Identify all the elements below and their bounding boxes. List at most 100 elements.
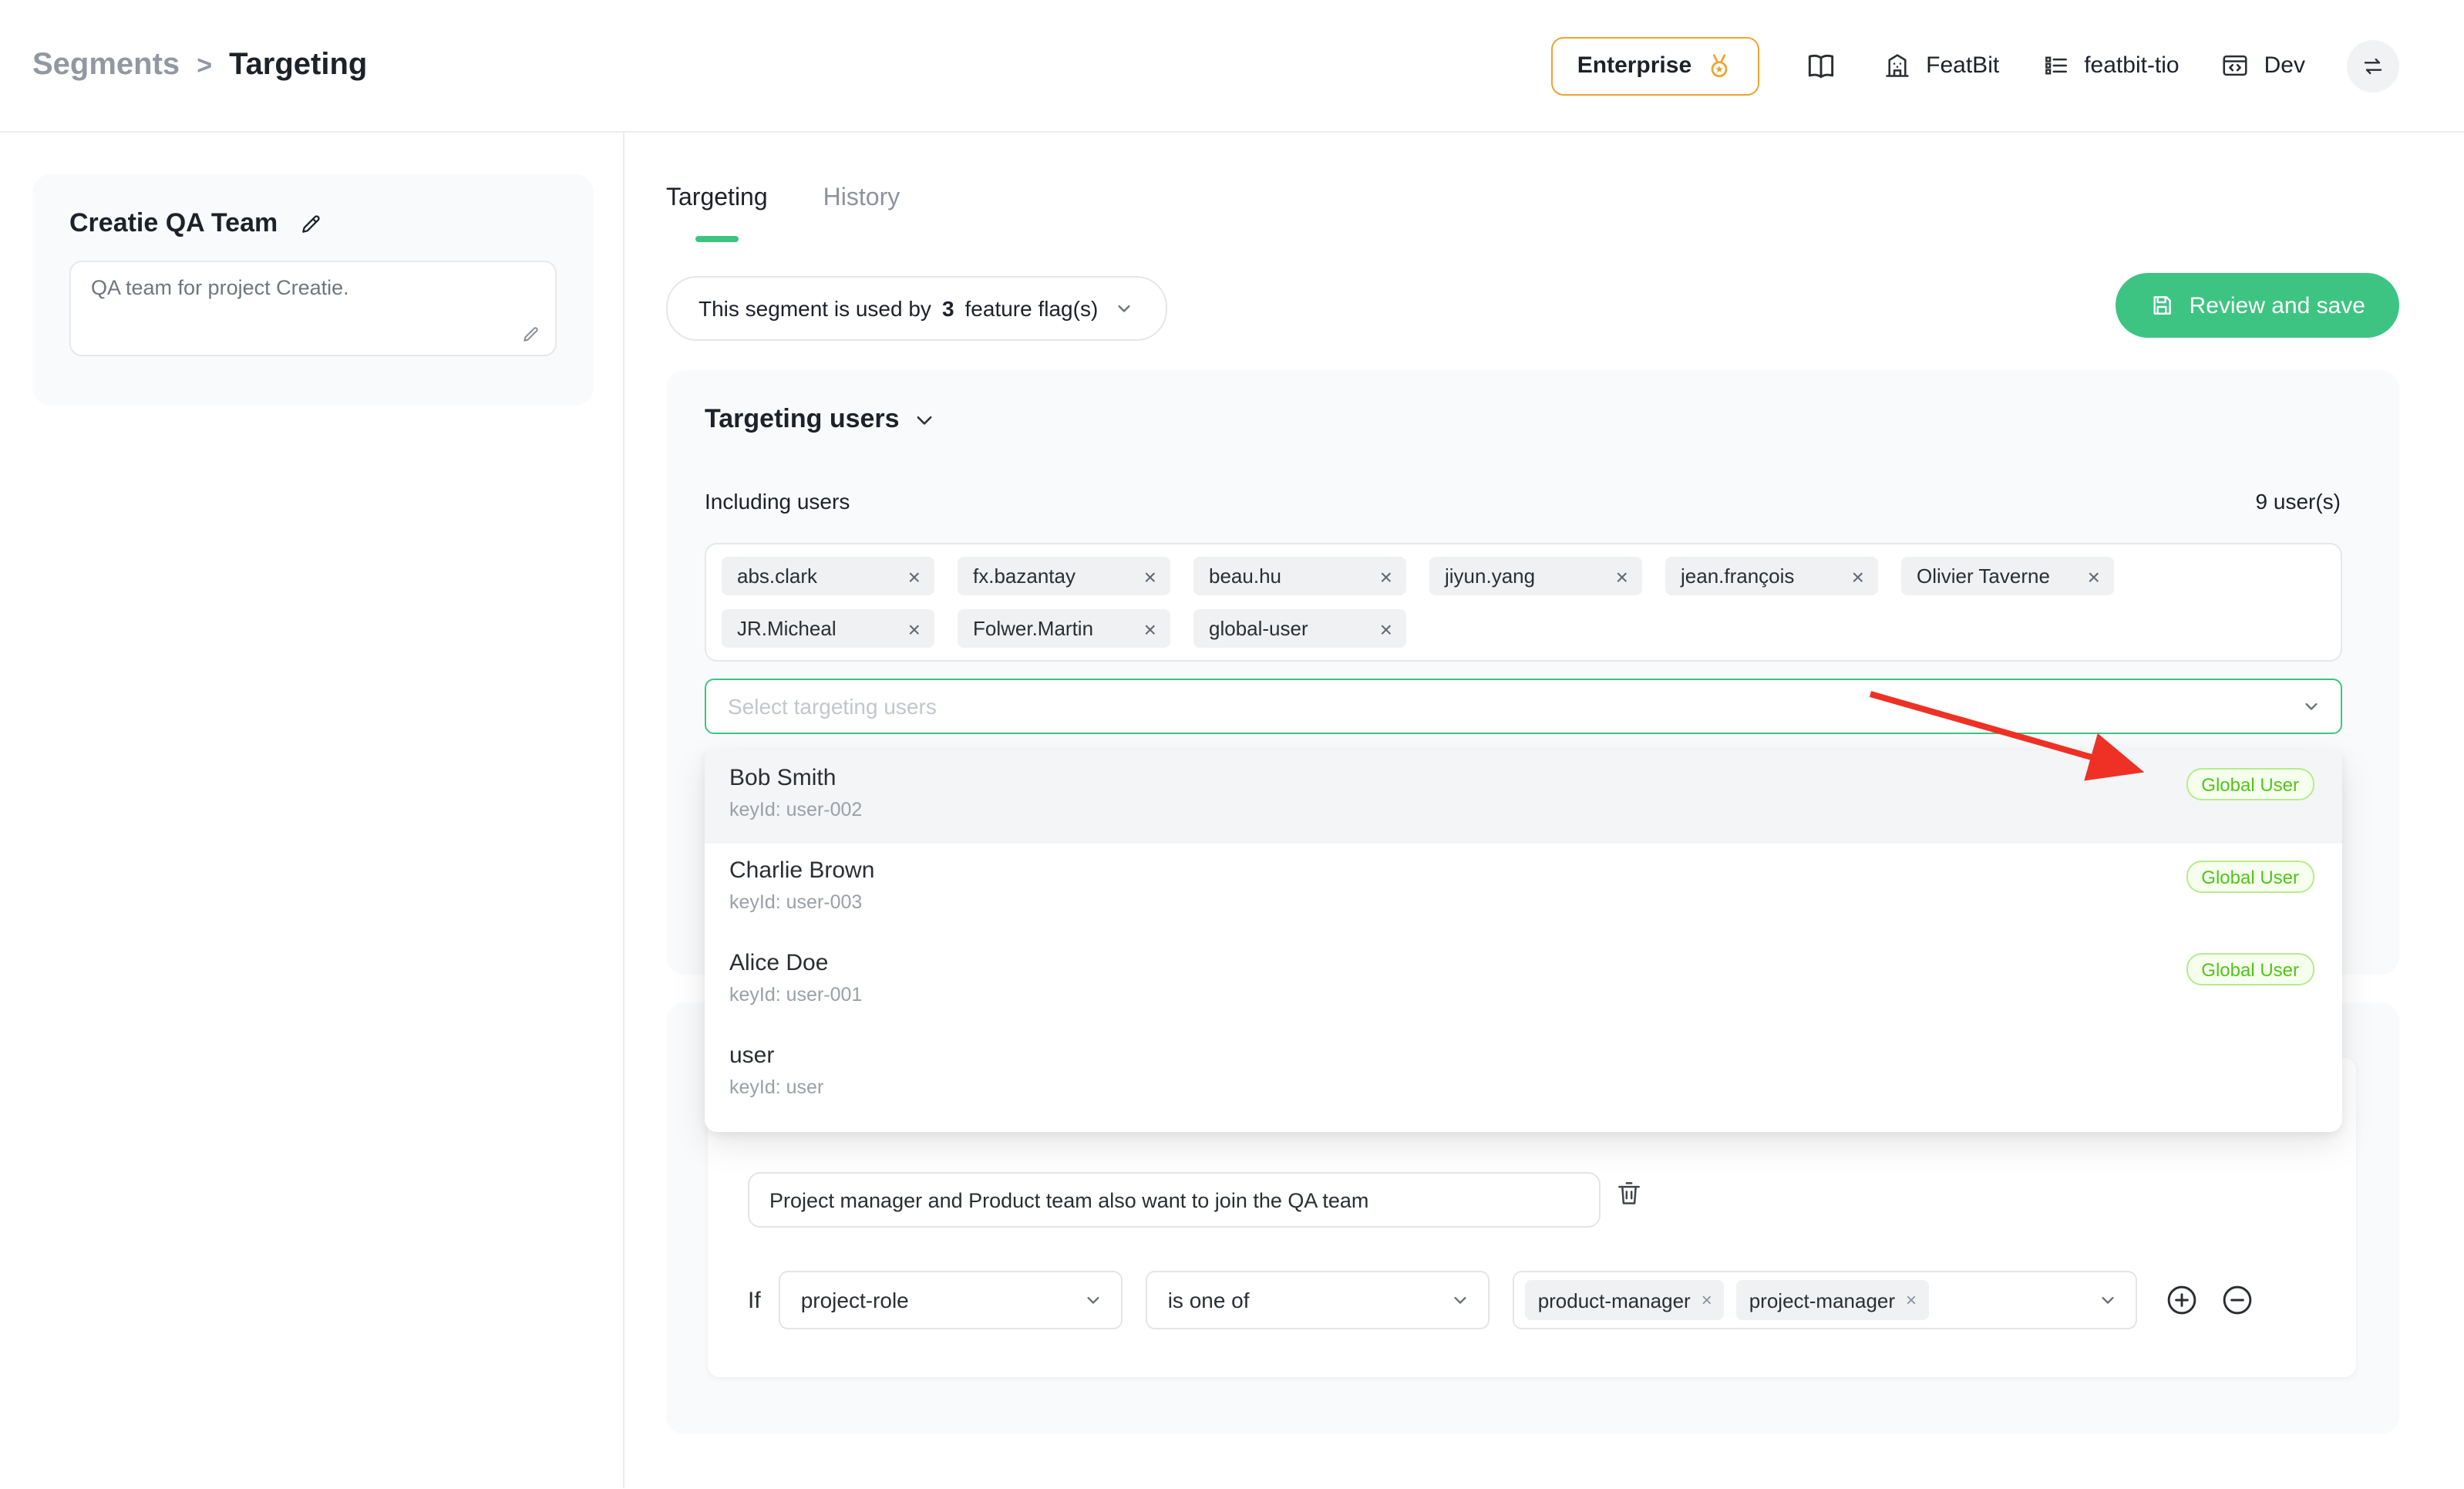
user-chip: beau.hu ×	[1193, 557, 1406, 595]
user-chip: jean.françois ×	[1665, 557, 1878, 595]
dropdown-user-name: Charlie Brown	[729, 857, 874, 884]
remove-value-icon[interactable]: ×	[1906, 1291, 1917, 1309]
remove-chip-icon[interactable]: ×	[1144, 618, 1156, 639]
project-list-icon	[2041, 51, 2070, 80]
pencil-icon	[521, 324, 541, 344]
segment-title: Creatie QA Team	[69, 208, 278, 239]
swap-arrows-icon	[2361, 53, 2385, 78]
remove-chip-icon[interactable]: ×	[1380, 618, 1392, 639]
user-chip-label: abs.clark	[737, 564, 817, 588]
trash-icon	[1614, 1178, 1644, 1208]
workspace-name: FeatBit	[1926, 52, 1999, 79]
environment-name: Dev	[2264, 52, 2305, 79]
user-chip: global-user ×	[1193, 609, 1406, 648]
workspace-selector[interactable]: FeatBit	[1883, 51, 1999, 80]
user-chip-label: fx.bazantay	[973, 564, 1075, 588]
value-chip: product-manager ×	[1526, 1280, 1725, 1320]
user-chip: Olivier Taverne ×	[1901, 557, 2114, 595]
value-chip: project-manager ×	[1737, 1280, 1929, 1320]
project-selector[interactable]: featbit-tio	[2041, 51, 2179, 80]
targeting-users-select[interactable]: Select targeting users	[705, 679, 2342, 734]
remove-value-icon[interactable]: ×	[1702, 1291, 1712, 1309]
enterprise-button[interactable]: Enterprise	[1551, 36, 1759, 95]
property-select[interactable]: project-role	[779, 1271, 1123, 1329]
targeting-users-header[interactable]: Targeting users	[705, 404, 937, 435]
header-actions: Enterprise FeatBit	[1551, 36, 2399, 95]
tab-history[interactable]: History	[823, 174, 900, 242]
user-count: 9 user(s)	[2256, 489, 2341, 514]
remove-condition-button[interactable]	[2221, 1283, 2255, 1317]
breadcrumb-separator: >	[197, 50, 212, 81]
dropdown-user-name: Bob Smith	[729, 765, 862, 791]
medal-icon	[1705, 52, 1733, 79]
breadcrumb: Segments > Targeting	[32, 48, 367, 83]
targeting-users-title: Targeting users	[705, 404, 900, 435]
edit-title-button[interactable]	[299, 211, 324, 236]
user-chip: abs.clark ×	[722, 557, 934, 595]
value-chip-label: project-manager	[1749, 1289, 1895, 1312]
top-header: Segments > Targeting Enterprise	[0, 0, 2464, 133]
breadcrumb-parent[interactable]: Segments	[32, 48, 180, 83]
chevron-down-icon	[1113, 298, 1135, 319]
remove-chip-icon[interactable]: ×	[908, 618, 921, 639]
dropdown-user-key: keyId: user	[729, 1076, 823, 1098]
tab-history-label: History	[823, 185, 900, 211]
usage-count: 3	[942, 296, 954, 321]
including-users-box[interactable]: abs.clark × fx.bazantay × beau.hu × jiyu…	[705, 543, 2342, 662]
tab-targeting[interactable]: Targeting	[666, 174, 768, 242]
select-placeholder: Select targeting users	[728, 694, 937, 719]
user-chip: jiyun.yang ×	[1429, 557, 1642, 595]
remove-chip-icon[interactable]: ×	[1380, 565, 1392, 587]
dropdown-user-key: keyId: user-002	[729, 799, 862, 820]
if-label: If	[748, 1287, 761, 1313]
global-user-badge: Global User	[2186, 953, 2314, 985]
user-chip-label: jean.françois	[1681, 564, 1794, 588]
chevron-down-icon	[2098, 1289, 2119, 1311]
vertical-divider	[623, 133, 624, 1488]
dropdown-user-key: keyId: user-001	[729, 984, 862, 1006]
remove-chip-icon[interactable]: ×	[908, 565, 921, 587]
remove-chip-icon[interactable]: ×	[1616, 565, 1628, 587]
docs-button[interactable]	[1801, 45, 1841, 86]
dropdown-option[interactable]: user keyId: user	[705, 1029, 2342, 1121]
chevron-down-icon	[1083, 1289, 1105, 1311]
global-user-badge: Global User	[2186, 861, 2314, 893]
review-and-save-label: Review and save	[2190, 292, 2365, 318]
save-icon	[2149, 293, 2174, 318]
review-and-save-button[interactable]: Review and save	[2116, 273, 2399, 338]
remove-chip-icon[interactable]: ×	[1852, 565, 1864, 587]
environment-selector[interactable]: Dev	[2221, 51, 2305, 80]
chevron-down-icon	[2301, 696, 2322, 717]
user-chip: Folwer.Martin ×	[958, 609, 1170, 648]
remove-chip-icon[interactable]: ×	[1144, 565, 1156, 587]
global-user-badge: Global User	[2186, 768, 2314, 800]
dropdown-option-text: Charlie Brown keyId: user-003	[729, 857, 874, 913]
app-root: Segments > Targeting Enterprise	[0, 0, 2464, 1489]
minus-circle-icon	[2221, 1283, 2255, 1317]
chevron-down-icon	[914, 408, 937, 431]
user-chip-label: Olivier Taverne	[1917, 564, 2050, 588]
add-condition-button[interactable]	[2166, 1283, 2200, 1317]
rule-description-input[interactable]	[748, 1172, 1601, 1228]
operator-select[interactable]: is one of	[1146, 1271, 1490, 1329]
user-chip-label: JR.Micheal	[737, 617, 836, 640]
breadcrumb-current: Targeting	[229, 48, 367, 83]
dropdown-option[interactable]: Bob Smith keyId: user-002 Global User	[705, 751, 2342, 844]
operator-value: is one of	[1168, 1288, 1250, 1312]
usage-pill[interactable]: This segment is used by 3 feature flag(s…	[666, 276, 1167, 341]
remove-chip-icon[interactable]: ×	[2088, 565, 2100, 587]
delete-rule-button[interactable]	[1614, 1178, 1644, 1208]
user-chip: JR.Micheal ×	[722, 609, 934, 648]
code-window-icon	[2221, 51, 2250, 80]
segment-description-box[interactable]: QA team for project Creatie.	[69, 261, 557, 356]
chevron-down-icon	[1450, 1289, 1472, 1311]
rule-condition-row: If project-role is one of product-manage…	[748, 1271, 2277, 1329]
segment-description: QA team for project Creatie.	[91, 276, 349, 299]
switch-environment-button[interactable]	[2347, 39, 2399, 92]
user-dropdown: Bob Smith keyId: user-002 Global User Ch…	[705, 751, 2342, 1132]
dropdown-option[interactable]: Charlie Brown keyId: user-003 Global Use…	[705, 844, 2342, 936]
segment-title-row: Creatie QA Team	[69, 208, 557, 239]
values-multiselect[interactable]: product-manager × project-manager ×	[1513, 1271, 2138, 1329]
dropdown-user-key: keyId: user-003	[729, 891, 874, 913]
dropdown-option[interactable]: Alice Doe keyId: user-001 Global User	[705, 936, 2342, 1029]
